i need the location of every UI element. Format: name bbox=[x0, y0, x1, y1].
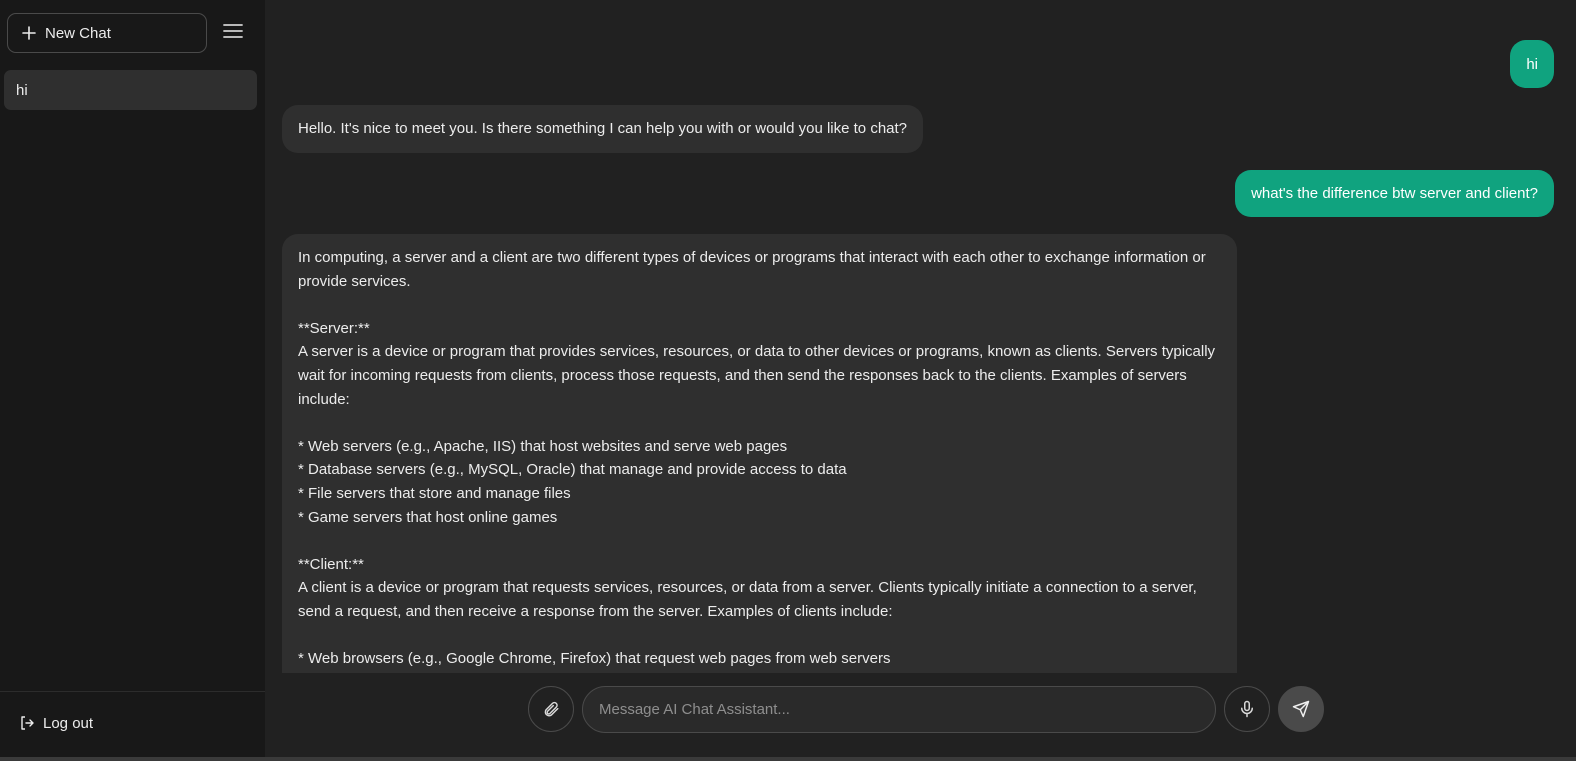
paperclip-icon bbox=[544, 701, 559, 717]
user-message: hi bbox=[1510, 40, 1554, 88]
microphone-icon bbox=[1241, 700, 1253, 718]
app-window: New Chat hi Log out hi Hello. It's nice … bbox=[0, 0, 1576, 761]
assistant-list-item: * File servers that store and manage fil… bbox=[298, 484, 571, 502]
message-input[interactable] bbox=[582, 686, 1216, 733]
user-message-text: hi bbox=[1526, 55, 1538, 73]
hamburger-icon bbox=[223, 24, 243, 38]
assistant-heading: **Server:** bbox=[298, 319, 370, 337]
logout-label: Log out bbox=[43, 714, 94, 732]
menu-button[interactable] bbox=[221, 19, 245, 43]
sidebar-divider bbox=[0, 691, 265, 692]
microphone-button[interactable] bbox=[1224, 686, 1270, 732]
assistant-list-item: * Database servers (e.g., MySQL, Oracle)… bbox=[298, 461, 847, 479]
send-button[interactable] bbox=[1278, 686, 1324, 732]
chat-history-item[interactable]: hi bbox=[4, 70, 257, 110]
new-chat-label: New Chat bbox=[45, 24, 111, 42]
logout-button[interactable]: Log out bbox=[19, 710, 93, 736]
assistant-paragraph: A client is a device or program that req… bbox=[298, 579, 1197, 620]
assistant-list-item: * Web browsers (e.g., Google Chrome, Fir… bbox=[298, 650, 891, 668]
chat-history-label: hi bbox=[16, 81, 28, 99]
user-message: what's the difference btw server and cli… bbox=[1235, 170, 1554, 217]
new-chat-button[interactable]: New Chat bbox=[7, 13, 207, 53]
user-message-text: what's the difference btw server and cli… bbox=[1251, 185, 1538, 202]
assistant-message-text: Hello. It's nice to meet you. Is there s… bbox=[298, 120, 908, 138]
assistant-list-item: * Web servers (e.g., Apache, IIS) that h… bbox=[298, 437, 788, 455]
plus-icon bbox=[22, 26, 36, 40]
window-bottom-edge bbox=[0, 757, 1576, 761]
chat-main: hi Hello. It's nice to meet you. Is ther… bbox=[265, 0, 1576, 757]
assistant-paragraph: In computing, a server and a client are … bbox=[298, 249, 1206, 290]
assistant-heading: **Client:** bbox=[298, 555, 364, 573]
assistant-message: In computing, a server and a client are … bbox=[282, 234, 1237, 674]
send-icon bbox=[1292, 700, 1310, 718]
assistant-message: Hello. It's nice to meet you. Is there s… bbox=[282, 105, 924, 153]
logout-icon bbox=[21, 716, 34, 730]
sidebar: New Chat hi Log out bbox=[0, 0, 265, 757]
attach-button[interactable] bbox=[528, 686, 574, 732]
assistant-list-item: * Game servers that host online games bbox=[298, 508, 558, 526]
assistant-paragraph: A server is a device or program that pro… bbox=[298, 343, 1216, 408]
